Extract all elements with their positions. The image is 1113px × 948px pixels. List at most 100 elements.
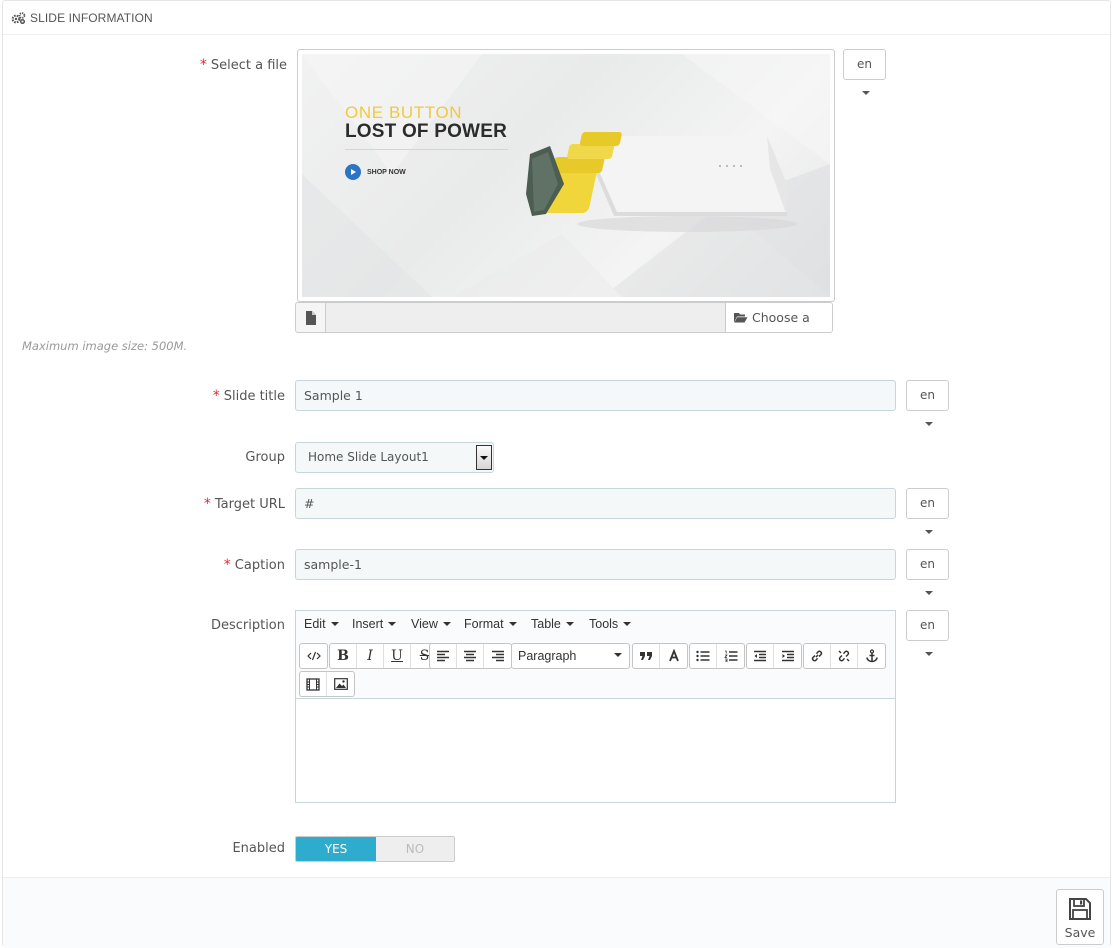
enabled-yes-option[interactable]: YES (296, 837, 376, 861)
editor-toolbar: B I U S Paragraph (296, 639, 895, 699)
caret-down-icon (925, 421, 933, 426)
description-label: Description (210, 618, 285, 633)
anchor-icon[interactable] (858, 644, 885, 668)
menu-format-label: Format (464, 617, 504, 631)
enabled-label: Enabled (232, 841, 285, 856)
file-lang-value: en (857, 57, 872, 71)
banner-image: ONE BUTTON LOST OF POWER SHOP NOW (302, 54, 830, 297)
blockquote-icon[interactable] (633, 644, 660, 668)
editor-menubar: Edit Insert View Format Table Tools (296, 611, 895, 639)
slide-title-input[interactable]: Sample 1 (295, 380, 896, 411)
file-upload-bar: Choose a file (295, 302, 833, 333)
description-lang-dropdown[interactable]: en (906, 610, 949, 656)
slide-title-lang-value: en (920, 388, 935, 402)
numbered-list-icon[interactable] (717, 644, 744, 668)
required-marker: * (199, 57, 207, 73)
description-lang-value: en (920, 618, 935, 632)
caret-down-icon (330, 621, 339, 626)
caret-down-icon (388, 621, 397, 626)
unlink-icon[interactable] (831, 644, 858, 668)
save-icon (1069, 898, 1091, 920)
align-group (429, 643, 512, 669)
menu-edit[interactable]: Edit (304, 617, 339, 631)
caret-down-icon (442, 621, 451, 626)
menu-table[interactable]: Table (531, 617, 574, 631)
group-select-value: Home Slide Layout1 (308, 450, 429, 464)
align-left-icon[interactable] (430, 644, 457, 668)
indent-group (746, 643, 802, 669)
banner-cta-text: SHOP NOW (367, 168, 406, 176)
banner-headline-1: ONE BUTTON (345, 103, 463, 122)
menu-insert[interactable]: Insert (352, 617, 397, 631)
slide-title-lang-dropdown[interactable]: en (906, 380, 949, 426)
block-format-value: Paragraph (518, 649, 577, 663)
choose-file-button[interactable]: Choose a file (725, 303, 832, 332)
caption-input[interactable]: sample-1 (295, 549, 896, 580)
enabled-no-option[interactable]: NO (376, 837, 454, 861)
bold-icon[interactable]: B (330, 644, 357, 668)
quote-color-group (632, 643, 688, 669)
menu-table-label: Table (531, 617, 561, 631)
menu-view[interactable]: View (411, 617, 451, 631)
caret-down-icon (508, 621, 517, 626)
source-code-icon[interactable] (300, 644, 327, 668)
align-right-icon[interactable] (484, 644, 511, 668)
save-button[interactable]: Save (1056, 889, 1104, 945)
link-icon[interactable] (804, 644, 831, 668)
target-url-lang-value: en (920, 496, 935, 510)
select-arrow-icon[interactable] (476, 445, 492, 470)
underline-icon[interactable]: U (384, 644, 411, 668)
image-icon[interactable] (327, 672, 354, 696)
target-url-label: * Target URL (45, 496, 285, 512)
enabled-switch[interactable]: YES NO (295, 836, 455, 862)
caret-down-icon (565, 621, 574, 626)
bullet-list-icon[interactable] (690, 644, 717, 668)
panel-title: SLIDE INFORMATION (30, 11, 153, 25)
slide-information-panel: SLIDE INFORMATION * Select a file ONE BUT… (2, 0, 1111, 948)
file-name-input[interactable] (326, 303, 726, 332)
file-icon (296, 303, 326, 332)
description-editor: Edit Insert View Format Table Tools B I … (295, 610, 896, 803)
power-bank-illustration (526, 132, 797, 232)
target-url-input[interactable]: # (295, 488, 896, 519)
banner-shop-now: SHOP NOW (345, 164, 406, 180)
image-preview: ONE BUTTON LOST OF POWER SHOP NOW (297, 49, 835, 302)
caret-down-icon (925, 529, 933, 534)
caption-lang-value: en (920, 557, 935, 571)
link-group (803, 643, 886, 669)
banner-divider (345, 149, 508, 150)
play-icon (345, 164, 361, 180)
media-group (299, 671, 355, 697)
menu-tools[interactable]: Tools (589, 617, 632, 631)
italic-icon[interactable]: I (357, 644, 384, 668)
cogs-icon (11, 12, 26, 28)
outdent-icon[interactable] (747, 644, 774, 668)
caption-lang-dropdown[interactable]: en (906, 549, 949, 595)
max-image-size-help: Maximum image size: 500M. (22, 339, 188, 353)
indent-icon[interactable] (774, 644, 801, 668)
target-url-lang-dropdown[interactable]: en (906, 488, 949, 534)
list-group (689, 643, 745, 669)
required-marker: * (203, 496, 211, 512)
text-style-group: B I U S (329, 643, 439, 669)
panel-heading: SLIDE INFORMATION (3, 1, 1110, 35)
menu-view-label: View (411, 617, 438, 631)
group-select[interactable]: Home Slide Layout1 (295, 442, 494, 473)
caret-down-icon (623, 621, 632, 626)
slide-title-label: * Slide title (45, 388, 285, 404)
target-url-label-text: Target URL (214, 497, 285, 512)
slide-title-label-text: Slide title (223, 389, 285, 404)
text-color-icon[interactable] (660, 644, 687, 668)
caret-down-icon (862, 90, 870, 95)
menu-format[interactable]: Format (464, 617, 517, 631)
file-lang-dropdown[interactable]: en (843, 49, 886, 95)
align-center-icon[interactable] (457, 644, 484, 668)
caret-down-icon (614, 653, 622, 657)
block-format-select[interactable]: Paragraph (511, 643, 630, 669)
save-label: Save (1064, 925, 1096, 940)
code-group (299, 643, 328, 669)
menu-tools-label: Tools (589, 617, 619, 631)
folder-open-icon (734, 313, 748, 323)
media-icon[interactable] (300, 672, 327, 696)
panel-footer: Save (3, 877, 1110, 948)
